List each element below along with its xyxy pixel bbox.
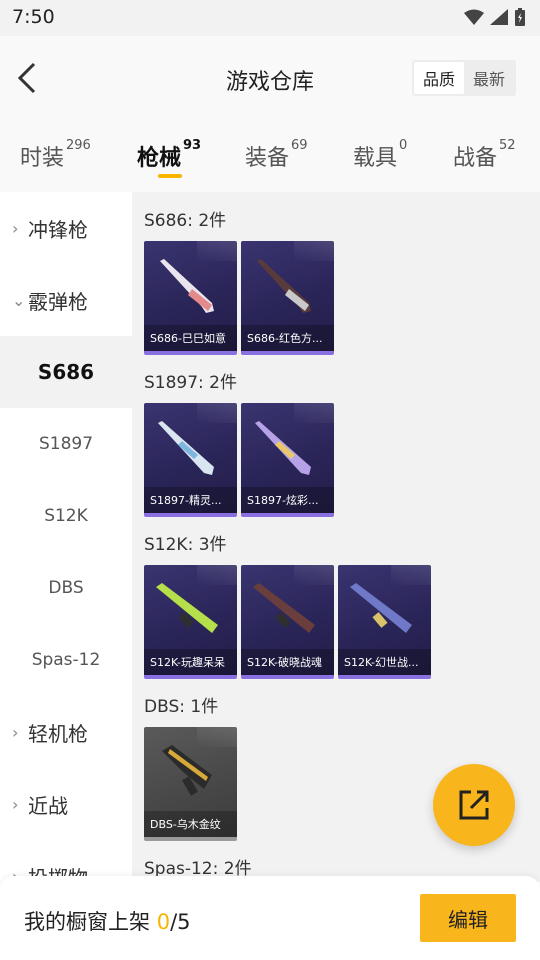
group-title: S1897: 2件	[144, 373, 238, 393]
sort-toggle: 品质 最新	[412, 60, 516, 96]
showcase-label: 我的橱窗上架 0/5	[24, 906, 191, 936]
sidebar-item-shotgun[interactable]: ⌄ 霰弹枪	[0, 264, 132, 336]
sidebar-item-label: 近战	[28, 793, 68, 818]
sidebar-item-dbs[interactable]: DBS	[0, 552, 132, 624]
sidebar-item-label: S686	[37, 360, 95, 384]
weapon-type-sidebar: › 冲锋枪 ⌄ 霰弹枪 S686 S1897 S12K DBS Spas-12 › 轻…	[0, 192, 132, 882]
shotgun-icon	[253, 583, 315, 633]
group-title: S686: 2件	[144, 211, 227, 231]
chevron-right-icon: ›	[12, 722, 19, 742]
app-header: 游戏仓库 品质 最新	[0, 36, 540, 120]
tab-label: 枪械	[137, 146, 182, 171]
tab-count: 0	[399, 138, 408, 153]
group-title: DBS: 1件	[144, 697, 219, 717]
edit-button[interactable]: 编辑	[420, 894, 516, 942]
skin-name: S12K-玩趣呆呆	[144, 649, 237, 675]
skin-card[interactable]: S686-巳巳如意	[144, 241, 237, 355]
status-icons	[464, 8, 526, 26]
skin-name: S1897-精灵...	[144, 487, 237, 513]
skin-name: DBS-乌木金纹	[144, 811, 237, 837]
status-time: 7:50	[12, 6, 55, 28]
skin-name: S1897-炫彩...	[241, 487, 334, 513]
sidebar-item-lmg[interactable]: › 轻机枪	[0, 696, 132, 768]
shotgun-icon	[255, 421, 311, 475]
tab-label: 装备	[245, 146, 290, 171]
tab-label: 时装	[20, 146, 65, 171]
skin-name: S686-巳巳如意	[144, 325, 237, 351]
sidebar-item-label: S12K	[44, 506, 88, 526]
tab-fashion[interactable]: 时装296	[20, 138, 91, 172]
sidebar-item-s12k[interactable]: S12K	[0, 480, 132, 552]
active-tab-indicator	[158, 174, 182, 178]
shotgun-icon	[162, 745, 212, 796]
battery-icon	[515, 8, 525, 26]
skin-card[interactable]: S1897-炫彩...	[241, 403, 334, 517]
tab-count: 93	[183, 138, 202, 153]
sidebar-item-smg[interactable]: › 冲锋枪	[0, 192, 132, 264]
sidebar-item-label: 霰弹枪	[28, 289, 88, 314]
sidebar-item-label: 冲锋枪	[28, 217, 88, 242]
share-icon	[459, 790, 489, 820]
skin-name: S686-红色方...	[241, 325, 334, 351]
shotgun-icon	[160, 259, 214, 313]
shotgun-icon	[350, 583, 412, 633]
group-title: S12K: 3件	[144, 535, 227, 555]
skin-card[interactable]: S12K-破晓战魂	[241, 565, 334, 679]
shotgun-icon	[158, 421, 214, 475]
sort-option-quality[interactable]: 品质	[414, 62, 464, 94]
sidebar-item-label: DBS	[48, 578, 84, 598]
showcase-total: /5	[170, 910, 191, 934]
tab-label: 载具	[353, 146, 398, 171]
sidebar-item-label: Spas-12	[31, 650, 101, 670]
sidebar-item-s686[interactable]: S686	[0, 336, 132, 408]
tab-equipment[interactable]: 装备69	[245, 138, 308, 172]
tab-weapons[interactable]: 枪械93	[137, 138, 202, 172]
skin-card[interactable]: S12K-幻世战...	[338, 565, 431, 679]
tab-count: 52	[499, 138, 516, 153]
sort-option-latest[interactable]: 最新	[464, 62, 514, 94]
skin-card[interactable]: S12K-玩趣呆呆	[144, 565, 237, 679]
skin-card[interactable]: S686-红色方...	[241, 241, 334, 355]
tab-vehicles[interactable]: 载具0	[353, 138, 408, 172]
sidebar-item-label: 轻机枪	[28, 721, 88, 746]
tab-label: 战备	[453, 146, 498, 171]
chevron-right-icon: ›	[12, 218, 19, 238]
tab-count: 69	[291, 138, 308, 153]
share-button[interactable]	[433, 764, 515, 846]
skin-card[interactable]: DBS-乌木金纹	[144, 727, 237, 841]
status-bar: 7:50	[0, 0, 540, 36]
wifi-icon	[464, 9, 484, 25]
sidebar-item-label: S1897	[38, 434, 94, 454]
chevron-down-icon: ⌄	[12, 290, 26, 310]
sidebar-item-s1897[interactable]: S1897	[0, 408, 132, 480]
skin-name: S12K-幻世战...	[338, 649, 431, 675]
skin-card[interactable]: S1897-精灵...	[144, 403, 237, 517]
tab-combat-gear[interactable]: 战备52	[453, 138, 516, 172]
category-tabs: 时装296 枪械93 装备69 载具0 战备52	[0, 120, 540, 192]
signal-icon	[490, 9, 508, 25]
skin-name: S12K-破晓战魂	[241, 649, 334, 675]
shotgun-icon	[257, 259, 311, 313]
sidebar-item-melee[interactable]: › 近战	[0, 768, 132, 840]
shotgun-icon	[156, 583, 218, 633]
showcase-text: 我的橱窗上架	[24, 910, 157, 934]
sidebar-item-spas12[interactable]: Spas-12	[0, 624, 132, 696]
chevron-right-icon: ›	[12, 794, 19, 814]
showcase-count: 0	[156, 910, 171, 934]
tab-count: 296	[66, 138, 91, 153]
showcase-bar: 我的橱窗上架 0/5 编辑	[0, 876, 540, 960]
